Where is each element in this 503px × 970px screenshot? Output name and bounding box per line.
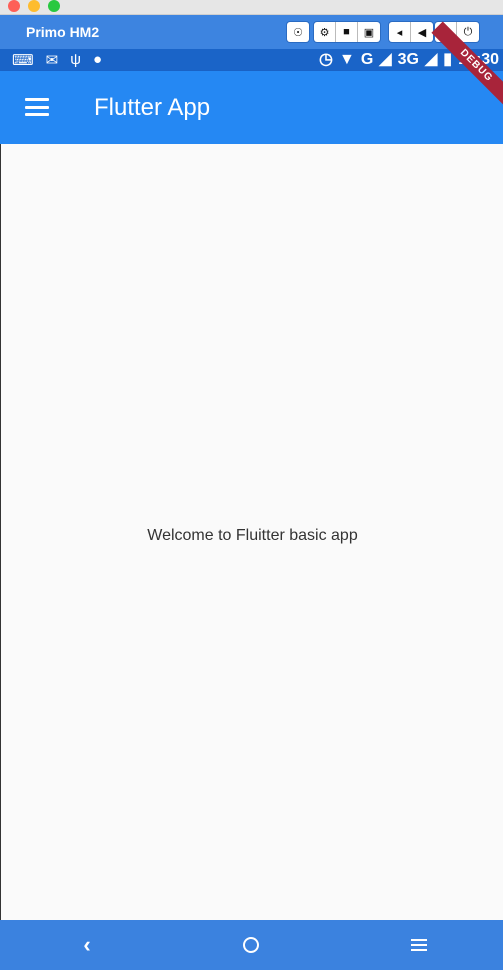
camera-icon[interactable]: ▣ bbox=[358, 22, 380, 42]
device-name: Primo HM2 bbox=[26, 24, 100, 40]
alarm-icon: ◷ bbox=[319, 51, 333, 68]
welcome-message: Welcome to Fluitter basic app bbox=[147, 527, 358, 544]
android-debug-icon: ● bbox=[92, 51, 102, 68]
recent-apps-icon[interactable] bbox=[406, 932, 432, 958]
usb-icon: ψ bbox=[70, 51, 81, 68]
app-body: Welcome to Fluitter basic app bbox=[0, 144, 503, 920]
network-3g-label: 3G bbox=[397, 51, 419, 68]
app-bar: Flutter App bbox=[0, 71, 503, 144]
back-icon[interactable]: ‹ bbox=[74, 932, 100, 958]
message-icon: ✉ bbox=[45, 52, 59, 69]
volume-down-icon[interactable]: ◂ bbox=[389, 22, 411, 42]
tool-group-volume: ◂ ◀ bbox=[389, 22, 433, 42]
notification-icons: ⌨ ✉ ψ ● bbox=[12, 51, 102, 69]
volume-up-icon[interactable]: ◀ bbox=[411, 22, 433, 42]
tool-group-audio: ☉ bbox=[287, 22, 309, 42]
maximize-window-button[interactable] bbox=[48, 0, 60, 12]
android-nav-bar: ‹ bbox=[0, 920, 503, 970]
app-title: Flutter App bbox=[94, 94, 211, 121]
mac-titlebar bbox=[0, 0, 503, 15]
emulator-toolbar: Primo HM2 ☉ ⚙ ■ ▣ ◂ ◀ ↻ ⏻ bbox=[0, 15, 503, 49]
keyboard-icon: ⌨ bbox=[12, 52, 34, 69]
network-g-label: G bbox=[360, 51, 374, 68]
android-status-bar: ⌨ ✉ ψ ● ◷ ▼ G ◢ 3G ◢ ▮ 12:30 bbox=[0, 49, 503, 71]
hamburger-menu-icon[interactable] bbox=[25, 98, 49, 116]
signal-icon-2: ◢ bbox=[424, 51, 438, 68]
tool-group-media: ⚙ ■ ▣ bbox=[314, 22, 380, 42]
minimize-window-button[interactable] bbox=[28, 0, 40, 12]
wifi-icon: ▼ bbox=[339, 51, 355, 68]
video-icon[interactable]: ■ bbox=[336, 22, 358, 42]
signal-icon: ◢ bbox=[379, 51, 392, 68]
headset-icon[interactable]: ☉ bbox=[287, 22, 309, 42]
home-icon[interactable] bbox=[238, 932, 264, 958]
settings-icon[interactable]: ⚙ bbox=[314, 22, 336, 42]
close-window-button[interactable] bbox=[8, 0, 20, 12]
